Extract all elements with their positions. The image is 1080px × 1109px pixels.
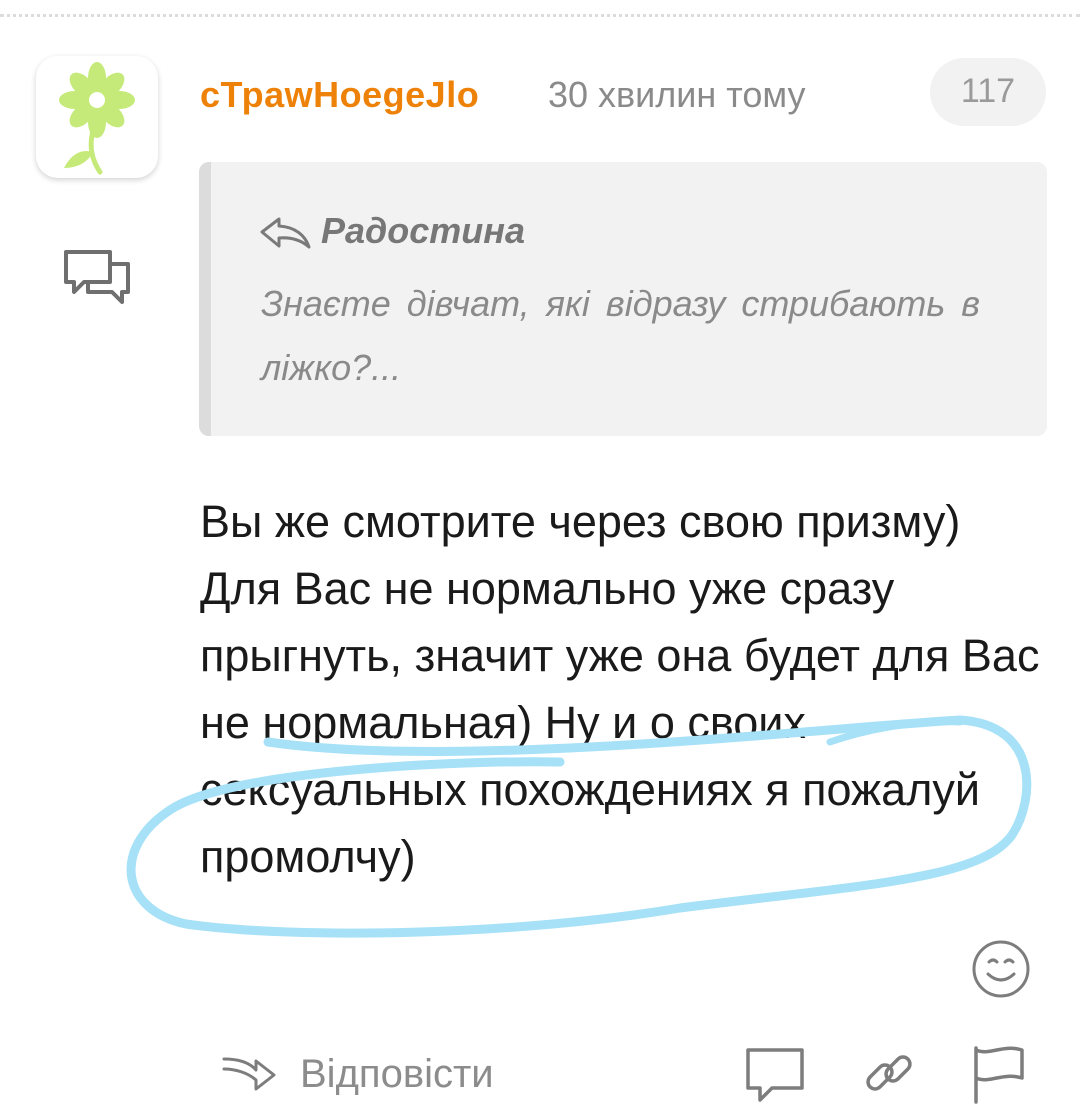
top-divider (0, 14, 1080, 17)
author-name[interactable]: сТрawHoegeJlo (200, 74, 479, 116)
flag-icon[interactable] (968, 1044, 1028, 1109)
smiley-icon[interactable] (970, 938, 1032, 1000)
reply-button[interactable]: Відповісти (220, 1042, 494, 1106)
comment-text: Вы же смотрите через свою призму) Для Ва… (200, 496, 1040, 882)
reply-arrow-icon (259, 216, 313, 255)
likes-badge[interactable]: 117 (930, 58, 1046, 126)
link-icon[interactable] (860, 1044, 918, 1107)
comment-time: 30 хвилин тому (548, 74, 806, 115)
reply-label: Відповісти (300, 1051, 494, 1096)
chat-bubbles-icon[interactable] (62, 246, 134, 313)
quote-author: Радостина (321, 210, 526, 251)
reply-icon (222, 1057, 276, 1091)
comment-icon[interactable] (742, 1044, 808, 1109)
quoted-comment[interactable]: Радостина Знаєте дівчат, які відразу стр… (199, 162, 1047, 436)
user-avatar[interactable] (36, 56, 158, 178)
quote-text: Знаєте дівчат, які відразу стрибають в л… (261, 283, 981, 388)
quote-bar (199, 162, 211, 436)
flower-avatar-icon (59, 62, 135, 175)
